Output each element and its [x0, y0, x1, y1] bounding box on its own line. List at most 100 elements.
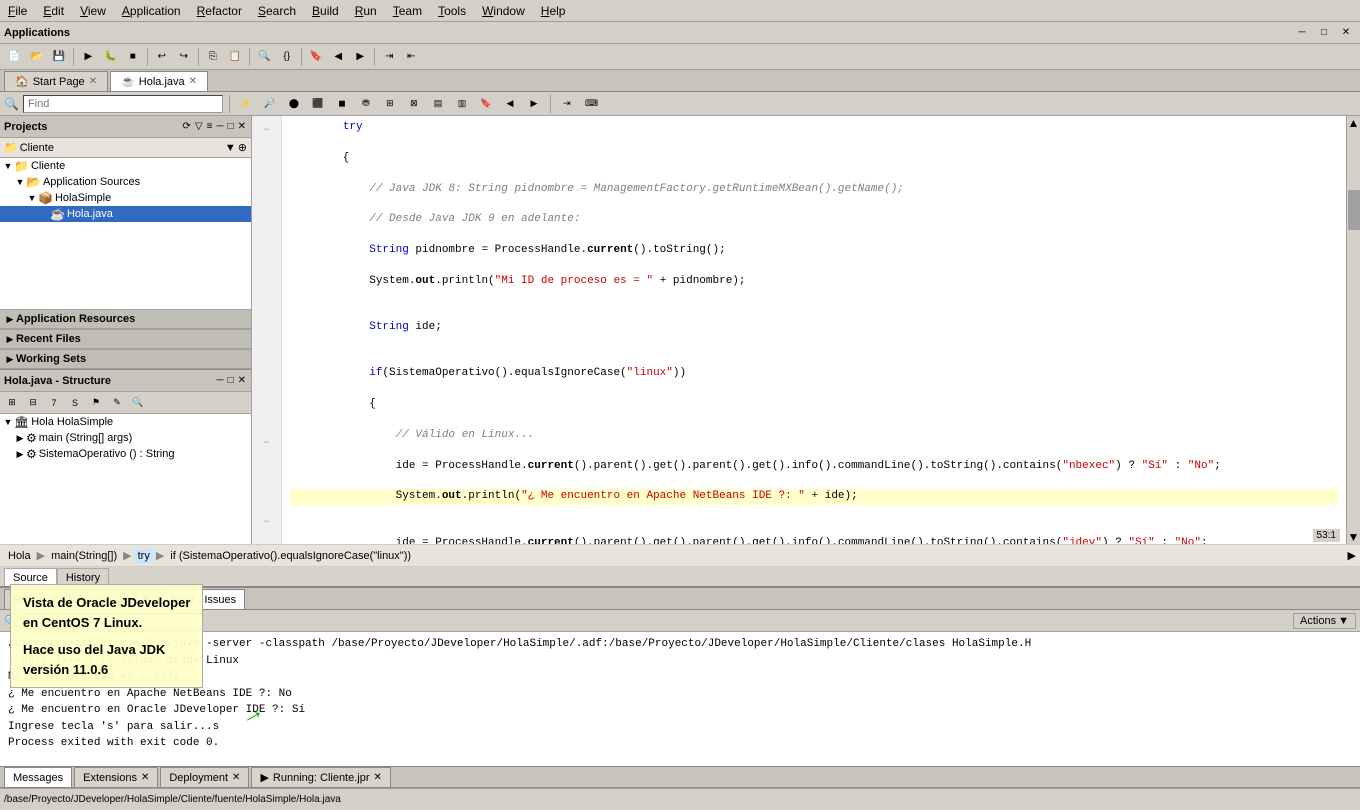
editor-scrollbar[interactable]: ▲ ▼ — [1346, 116, 1360, 544]
struct-btn-3[interactable]: 7 — [44, 393, 64, 413]
copy-button[interactable]: ⎘ — [203, 47, 223, 67]
projects-sync-btn[interactable]: ⟳ — [182, 120, 192, 133]
save-button[interactable]: 💾 — [49, 47, 69, 67]
menu-run[interactable]: Run — [347, 2, 385, 20]
close-running-cliente[interactable]: ✕ — [374, 772, 382, 783]
projects-config-btn[interactable]: ≡ — [206, 120, 214, 133]
code-content[interactable]: − — [252, 116, 1346, 544]
section-app-resources[interactable]: ▶ Application Resources — [0, 309, 251, 329]
app-resources-expander[interactable]: ▶ — [4, 313, 16, 325]
search-btn-13[interactable]: ▶ — [524, 94, 544, 114]
structure-minimize[interactable]: ─ — [215, 374, 224, 387]
search-btn-15[interactable]: ⌨ — [581, 94, 602, 114]
breadcrumb-main[interactable]: main(String[]) — [47, 549, 121, 563]
menu-build[interactable]: Build — [304, 2, 347, 20]
struct-btn-5[interactable]: ⚑ — [86, 393, 106, 413]
menu-file[interactable]: File — [0, 2, 35, 20]
scroll-up-btn[interactable]: ▲ — [1347, 116, 1360, 130]
find-button[interactable]: 🔍 — [254, 47, 274, 67]
menu-edit[interactable]: Edit — [35, 2, 72, 20]
breadcrumb-try[interactable]: try — [134, 549, 154, 563]
search-btn-12[interactable]: ◀ — [500, 94, 520, 114]
search-input[interactable] — [23, 95, 223, 113]
open-button[interactable]: 📂 — [26, 47, 46, 67]
refactor-button[interactable]: {} — [277, 47, 297, 67]
collapse-marker-2[interactable]: − — [264, 438, 269, 448]
search-btn-14[interactable]: ⇥ — [557, 94, 577, 114]
struct-btn-2[interactable]: ⊟ — [23, 393, 43, 413]
menu-refactor[interactable]: Refactor — [189, 2, 250, 20]
menu-team[interactable]: Team — [385, 2, 430, 20]
expander-holasimple[interactable]: ▼ — [26, 192, 38, 204]
scroll-thumb[interactable] — [1348, 190, 1360, 230]
struct-expander-sistema[interactable]: ▶ — [14, 448, 26, 460]
search-btn-8[interactable]: ⊠ — [404, 94, 424, 114]
outdent-button[interactable]: ⇤ — [401, 47, 421, 67]
project-dropdown[interactable]: 📁 Cliente ▼ ⊕ — [0, 138, 251, 158]
section-working-sets[interactable]: ▶ Working Sets — [0, 349, 251, 369]
menu-window[interactable]: Window — [474, 2, 533, 20]
debug-button[interactable]: 🐛 — [100, 47, 120, 67]
scroll-down-btn[interactable]: ▼ — [1347, 530, 1360, 544]
nav-prev-button[interactable]: ◀ — [328, 47, 348, 67]
search-btn-11[interactable]: 🔖 — [476, 94, 496, 114]
close-hola-java[interactable]: ✕ — [189, 76, 197, 87]
struct-btn-4[interactable]: S — [65, 393, 85, 413]
indent-button[interactable]: ⇥ — [379, 47, 399, 67]
menu-help[interactable]: Help — [533, 2, 574, 20]
struct-expander-hola[interactable]: ▼ — [2, 416, 14, 428]
tab-hola-java[interactable]: ☕ Hola.java ✕ — [110, 71, 208, 91]
expander-app-sources[interactable]: ▼ — [14, 176, 26, 188]
menu-tools[interactable]: Tools — [430, 2, 474, 20]
menu-search[interactable]: Search — [250, 2, 304, 20]
menu-application[interactable]: Application — [114, 2, 189, 20]
collapse-marker-3[interactable]: − — [264, 517, 269, 527]
struct-btn-7[interactable]: 🔍 — [128, 393, 148, 413]
tab-messages[interactable]: Messages — [4, 767, 72, 787]
expander-cliente[interactable]: ▼ — [2, 160, 14, 172]
tab-running-cliente[interactable]: ▶ Running: Cliente.jpr ✕ — [251, 767, 390, 787]
search-btn-1[interactable]: ⚡ — [236, 94, 256, 114]
bookmark-button[interactable]: 🔖 — [306, 47, 326, 67]
new-button[interactable]: 📄 — [4, 47, 24, 67]
struct-expander-main[interactable]: ▶ — [14, 432, 26, 444]
search-btn-7[interactable]: ⊞ — [380, 94, 400, 114]
search-btn-4[interactable]: ⬛ — [308, 94, 328, 114]
search-btn-3[interactable]: ⬤ — [284, 94, 304, 114]
close-extensions[interactable]: ✕ — [141, 772, 149, 783]
search-btn-5[interactable]: ◼ — [332, 94, 352, 114]
collapse-marker[interactable]: − — [264, 125, 269, 135]
struct-item-main[interactable]: ▶ ⚙ main (String[] args) — [0, 430, 251, 446]
actions-button[interactable]: Actions ▼ — [1293, 613, 1356, 629]
tab-extensions[interactable]: Extensions ✕ — [74, 767, 158, 787]
struct-btn-1[interactable]: ⊞ — [2, 393, 22, 413]
tab-deployment[interactable]: Deployment ✕ — [160, 767, 249, 787]
tree-item-hola-java[interactable]: ☕ Hola.java — [0, 206, 251, 222]
tree-item-app-sources[interactable]: ▼ 📂 Application Sources — [0, 174, 251, 190]
projects-filter-btn[interactable]: ▽ — [194, 120, 204, 133]
search-btn-6[interactable]: ⛃ — [356, 94, 376, 114]
redo-button[interactable]: ↪ — [174, 47, 194, 67]
tree-item-cliente[interactable]: ▼ 📁 Cliente — [0, 158, 251, 174]
tab-start-page[interactable]: 🏠 Start Page ✕ — [4, 71, 108, 91]
run-button[interactable]: ▶ — [78, 47, 98, 67]
close-deployment[interactable]: ✕ — [232, 772, 240, 783]
structure-float[interactable]: □ — [227, 374, 235, 387]
section-recent-files[interactable]: ▶ Recent Files — [0, 329, 251, 349]
projects-close-btn[interactable]: ✕ — [237, 120, 247, 133]
breadcrumb-if[interactable]: if (SistemaOperativo().equalsIgnoreCase(… — [166, 549, 415, 563]
projects-float-btn[interactable]: □ — [227, 120, 235, 133]
menu-view[interactable]: View — [72, 2, 114, 20]
struct-item-hola[interactable]: ▼ 🏛 Hola HolaSimple — [0, 414, 251, 430]
nav-next-button[interactable]: ▶ — [350, 47, 370, 67]
breadcrumb-hola[interactable]: Hola — [4, 549, 35, 563]
paste-button[interactable]: 📋 — [225, 47, 245, 67]
search-btn-9[interactable]: ▤ — [428, 94, 448, 114]
structure-close[interactable]: ✕ — [237, 374, 247, 387]
struct-item-sistema[interactable]: ▶ ⚙ SistemaOperativo () : String — [0, 446, 251, 462]
search-btn-2[interactable]: 🔎 — [260, 94, 280, 114]
tree-item-holasimple[interactable]: ▼ 📦 HolaSimple — [0, 190, 251, 206]
minimize-button[interactable]: ─ — [1292, 23, 1312, 43]
undo-button[interactable]: ↩ — [152, 47, 172, 67]
recent-files-expander[interactable]: ▶ — [4, 333, 16, 345]
